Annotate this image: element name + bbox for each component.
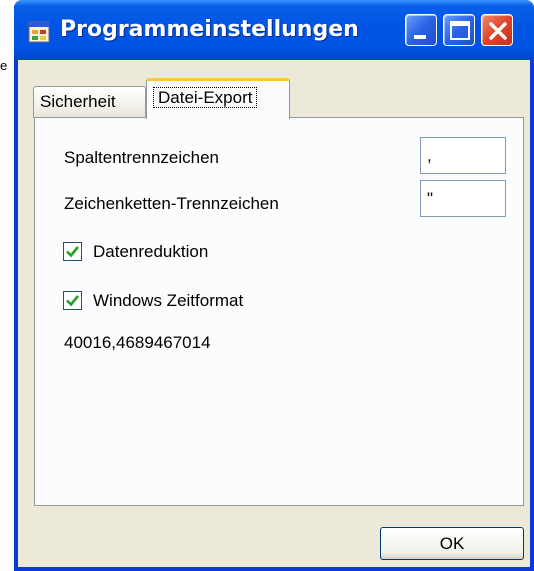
time-value-text: 40016,4689467014 — [64, 333, 211, 352]
data-reduction-checkbox[interactable] — [63, 242, 82, 261]
checkmark-icon — [66, 246, 80, 258]
minimize-button[interactable] — [405, 14, 437, 46]
tab-sicherheit[interactable]: Sicherheit — [33, 86, 146, 118]
maximize-button[interactable] — [443, 14, 475, 46]
app-window-icon — [28, 21, 50, 43]
title-bar[interactable]: Programmeinstellungen — [14, 0, 534, 60]
checkmark-icon — [66, 295, 80, 307]
tab-strip: Sicherheit Datei-Export — [18, 76, 530, 119]
minimize-icon — [414, 35, 426, 39]
background-text-fragment: e — [0, 58, 14, 73]
tab-datei-export[interactable]: Datei-Export — [146, 78, 290, 119]
settings-dialog: Programmeinstellungen Sicherheit Datei-E… — [14, 0, 534, 571]
tab-label: Sicherheit — [40, 92, 116, 111]
maximize-icon — [450, 21, 470, 40]
string-separator-label: Zeichenketten-Trennzeichen — [64, 194, 279, 213]
close-icon — [489, 22, 507, 40]
tab-panel-datei-export: Spaltentrennzeichen Zeichenketten-Trennz… — [34, 117, 524, 506]
close-button[interactable] — [481, 14, 513, 46]
data-reduction-label[interactable]: Datenreduktion — [93, 242, 208, 262]
string-separator-input[interactable] — [420, 180, 506, 217]
tab-label: Datei-Export — [153, 87, 258, 108]
background-text-line: e — [0, 58, 8, 73]
windows-time-format-label[interactable]: Windows Zeitformat — [93, 291, 243, 311]
column-separator-input[interactable] — [420, 137, 506, 174]
ok-button[interactable]: OK — [380, 527, 524, 560]
windows-time-format-checkbox[interactable] — [63, 291, 82, 310]
column-separator-label: Spaltentrennzeichen — [64, 148, 220, 167]
window-title: Programmeinstellungen — [60, 17, 359, 42]
